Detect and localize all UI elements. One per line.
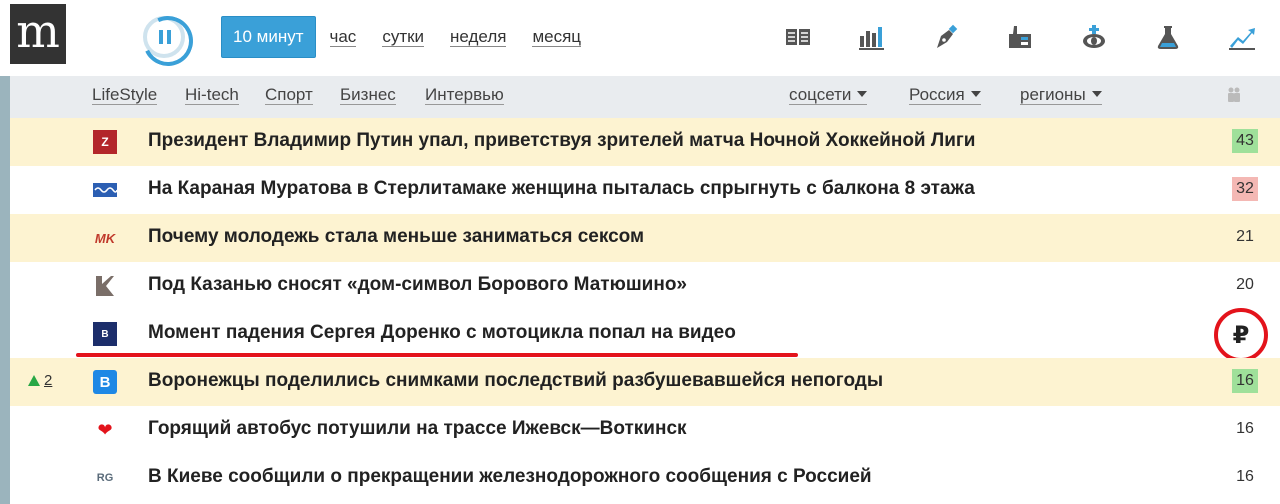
k-logo-icon <box>93 274 117 298</box>
period-month[interactable]: месяц <box>532 27 582 47</box>
arrow-up-icon <box>28 375 40 386</box>
topic-sport[interactable]: Спорт <box>265 86 313 105</box>
news-row[interactable]: B Момент падения Сергея Доренко с мотоци… <box>10 308 1280 362</box>
news-row[interactable]: 2 B Воронежцы поделились снимками послед… <box>10 358 1280 406</box>
topic-interview[interactable]: Интервью <box>425 86 504 105</box>
topic-hitech[interactable]: Hi-tech <box>185 86 239 105</box>
period-hour[interactable]: час <box>329 27 357 47</box>
pen-nib-icon[interactable] <box>922 18 970 56</box>
news-title[interactable]: Момент падения Сергея Доренко с мотоцикл… <box>148 322 736 344</box>
bm-logo-icon: B <box>93 322 117 346</box>
top-bar: m 10 минут час сутки неделя месяц <box>0 0 1280 76</box>
newspaper-icon[interactable] <box>774 18 822 56</box>
news-count: 43 <box>1232 129 1258 153</box>
news-row[interactable]: Z Президент Владимир Путин упал, приветс… <box>10 118 1280 166</box>
z-logo-icon: Z <box>93 130 117 154</box>
globe-crown-icon[interactable] <box>1070 18 1118 56</box>
dropdown-russia[interactable]: Россия <box>909 86 981 105</box>
period-week[interactable]: неделя <box>450 27 507 47</box>
news-title[interactable]: Воронежцы поделились снимками последстви… <box>148 370 883 392</box>
bar-chart-icon[interactable] <box>848 18 896 56</box>
news-title[interactable]: Президент Владимир Путин упал, приветств… <box>148 130 975 152</box>
category-icons <box>748 18 1266 56</box>
site-logo[interactable]: m <box>10 4 66 64</box>
period-selector: 10 минут час сутки неделя месяц <box>221 16 607 58</box>
news-title[interactable]: На Караная Муратова в Стерлитамаке женщи… <box>148 178 975 200</box>
news-row[interactable]: На Караная Муратова в Стерлитамаке женщи… <box>10 166 1280 214</box>
news-count: 16 <box>1236 420 1254 437</box>
news-title[interactable]: Почему молодежь стала меньше заниматься … <box>148 226 644 248</box>
news-count: 16 <box>1232 369 1258 393</box>
rank-change-value[interactable]: 2 <box>44 372 52 389</box>
heart-icon: ❤ <box>97 419 113 440</box>
wave-logo-icon <box>93 178 117 202</box>
news-title[interactable]: Горящий автобус потушили на трассе Ижевс… <box>148 418 687 440</box>
flask-icon[interactable] <box>1144 18 1192 56</box>
pause-refresh-button[interactable] <box>143 16 185 58</box>
news-title[interactable]: В Киеве сообщили о прекращении железнодо… <box>148 466 872 488</box>
v-logo-icon: B <box>93 370 117 394</box>
annotation-underline <box>76 353 798 357</box>
factory-icon[interactable] <box>996 18 1044 56</box>
rank-change: 2 <box>28 372 52 389</box>
news-count: 21 <box>1236 228 1254 245</box>
topic-lifestyle[interactable]: LifeStyle <box>92 86 158 105</box>
news-count: 32 <box>1232 177 1258 201</box>
pause-icon <box>159 30 171 44</box>
rg-logo-icon: RG <box>96 472 114 484</box>
news-title[interactable]: Под Казанью сносят «дом-символ Борового … <box>148 274 687 296</box>
people-icon[interactable] <box>1226 86 1242 104</box>
period-10-minutes[interactable]: 10 минут <box>221 16 316 58</box>
period-day[interactable]: сутки <box>382 27 425 47</box>
dropdown-regions[interactable]: регионы <box>1020 86 1102 105</box>
ruble-icon: ₽ <box>1214 308 1268 362</box>
news-row[interactable]: Под Казанью сносят «дом-символ Борового … <box>10 262 1280 310</box>
news-count: 16 <box>1236 468 1254 485</box>
trend-up-icon[interactable] <box>1218 18 1266 56</box>
news-row[interactable]: MK Почему молодежь стала меньше занимать… <box>10 214 1280 262</box>
sub-navigation: LifeStyle Hi-tech Спорт Бизнес Интервью … <box>10 76 1280 118</box>
news-row[interactable]: ❤ Горящий автобус потушили на трассе Иже… <box>10 406 1280 454</box>
news-list: Z Президент Владимир Путин упал, приветс… <box>10 118 1280 502</box>
mk-logo-icon: MK <box>94 230 116 246</box>
dropdown-social[interactable]: соцсети <box>789 86 868 105</box>
news-row[interactable]: RG В Киеве сообщили о прекращении железн… <box>10 454 1280 502</box>
news-count: 20 <box>1236 276 1254 293</box>
left-rail <box>0 76 10 504</box>
topic-business[interactable]: Бизнес <box>340 86 396 105</box>
